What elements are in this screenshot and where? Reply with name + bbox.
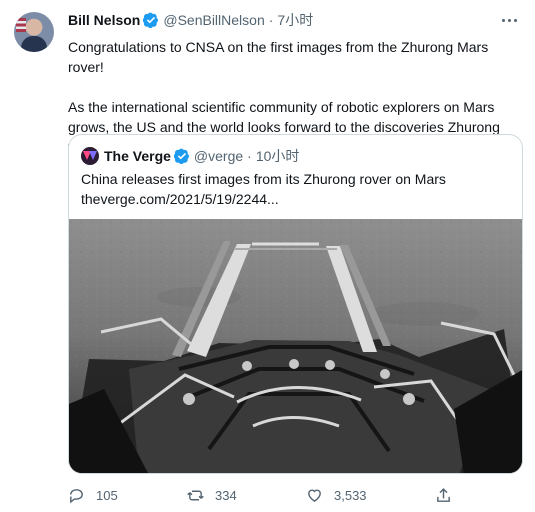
verified-badge-icon: [173, 148, 189, 164]
quote-time[interactable]: 10小时: [256, 146, 300, 166]
quote-author-handle[interactable]: @verge: [194, 148, 243, 164]
tweet-card[interactable]: Bill Nelson @SenBillNelson · 7小时 Congrat…: [0, 0, 535, 512]
quoted-tweet-card[interactable]: The Verge @verge · 10小时 China releases f…: [68, 134, 523, 474]
quote-header: The Verge @verge · 10小时: [81, 146, 299, 166]
rover-photo-illustration: [69, 219, 522, 473]
retweet-button[interactable]: 334: [187, 485, 237, 505]
tweet-text-line: Congratulations to CNSA on the first ima…: [68, 39, 489, 75]
reply-count: 105: [96, 487, 118, 503]
verge-logo-icon: [81, 147, 99, 165]
verified-badge-icon: [143, 12, 159, 28]
quote-text: China releases first images from its Zhu…: [81, 169, 511, 209]
tweet-header: Bill Nelson @SenBillNelson · 7小时: [68, 10, 521, 30]
author-handle[interactable]: @SenBillNelson: [163, 12, 264, 28]
like-count: 3,533: [334, 487, 367, 503]
retweet-icon: [187, 490, 204, 500]
quote-title: China releases first images from its Zhu…: [81, 171, 446, 187]
quote-time-separator: ·: [247, 148, 252, 164]
like-button[interactable]: 3,533: [306, 485, 367, 505]
time-separator: ·: [268, 12, 274, 28]
flag-image: [16, 18, 26, 32]
share-button[interactable]: [435, 485, 463, 505]
share-icon: [437, 487, 450, 502]
author-name[interactable]: Bill Nelson: [68, 12, 140, 28]
author-avatar[interactable]: [14, 12, 54, 52]
heart-icon: [308, 489, 321, 502]
quote-url[interactable]: theverge.com/2021/5/19/2244...: [81, 189, 511, 209]
reply-button[interactable]: 105: [68, 485, 118, 505]
retweet-count: 334: [215, 487, 237, 503]
tweet-time[interactable]: 7小时: [277, 10, 313, 30]
more-dot-icon: [513, 18, 517, 22]
mars-rover-image[interactable]: [69, 219, 522, 473]
more-dot-icon: [501, 18, 505, 22]
reply-icon: [70, 488, 83, 503]
avatar-body: [21, 36, 47, 52]
more-options-button[interactable]: [497, 10, 521, 30]
quote-author-name[interactable]: The Verge: [104, 148, 171, 164]
tweet-actions: 105 334 3,533: [68, 485, 458, 505]
more-dot-icon: [507, 18, 511, 22]
